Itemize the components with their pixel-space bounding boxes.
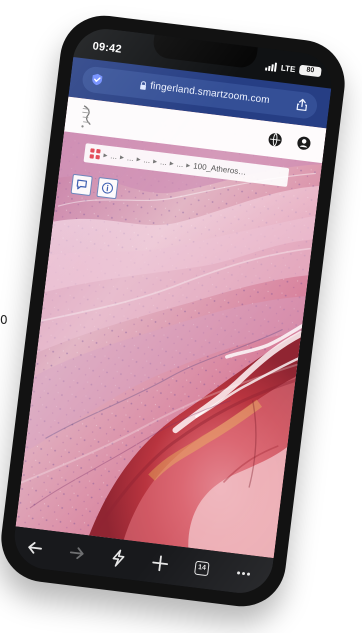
breadcrumb-item[interactable]: ... [126, 153, 134, 163]
slide-viewer[interactable]: ▸ ... ▸ ... ▸ ... ▸ ... ▸ ... ▸ 100_Athe… [15, 96, 327, 559]
new-tab-button[interactable] [149, 552, 171, 574]
plus-icon [152, 555, 169, 572]
tabs-button[interactable]: 14 [191, 557, 213, 579]
logo-icon[interactable] [78, 103, 96, 130]
info-button[interactable] [96, 176, 119, 200]
forward-arrow-icon [69, 547, 84, 560]
user-icon[interactable] [296, 135, 313, 152]
breadcrumb-separator-icon: ▸ [119, 152, 125, 162]
back-button[interactable] [24, 537, 46, 559]
grid-icon[interactable] [89, 148, 101, 160]
info-icon [102, 182, 113, 194]
tabs-icon: 14 [194, 560, 210, 577]
more-menu-button[interactable] [232, 562, 254, 584]
signal-icon [265, 61, 278, 72]
back-arrow-icon [28, 541, 42, 554]
lightning-icon [112, 549, 125, 567]
breadcrumb-item[interactable]: ... [110, 151, 118, 161]
battery-badge: 80 [298, 64, 322, 78]
breadcrumb-item[interactable]: ... [143, 155, 151, 165]
url-text[interactable]: fingerland.smartzoom.com [150, 81, 271, 107]
lock-icon [140, 81, 147, 90]
share-icon[interactable] [294, 96, 310, 113]
screenshot-canvas: 0 09:42 LTE 80 fingerland.smartzoom.com … [0, 0, 362, 633]
phone-device: 09:42 LTE 80 fingerland.smartzoom.com ▸ … [0, 10, 350, 612]
breadcrumb-separator-icon: ▸ [185, 160, 191, 170]
network-label: LTE [280, 62, 296, 74]
breadcrumb-current-slide: 100_Atheroscl... [192, 161, 248, 177]
side-text: 0 [0, 313, 8, 327]
status-time: 09:42 [91, 40, 123, 56]
breadcrumb-item[interactable]: ... [176, 159, 184, 169]
lightning-button[interactable] [107, 547, 129, 569]
breadcrumb-separator-icon: ▸ [136, 154, 142, 164]
comment-icon [76, 179, 88, 190]
breadcrumb-separator-icon: ▸ [169, 158, 175, 168]
breadcrumb-separator-icon: ▸ [102, 150, 109, 160]
globe-icon[interactable] [267, 131, 284, 148]
breadcrumb-separator-icon: ▸ [152, 156, 158, 166]
status-indicators: LTE 80 [265, 61, 322, 78]
comment-button[interactable] [70, 173, 93, 197]
more-icon [237, 571, 250, 576]
shield-icon[interactable] [90, 72, 104, 86]
forward-button[interactable] [66, 542, 88, 564]
breadcrumb-item[interactable]: ... [160, 157, 168, 167]
